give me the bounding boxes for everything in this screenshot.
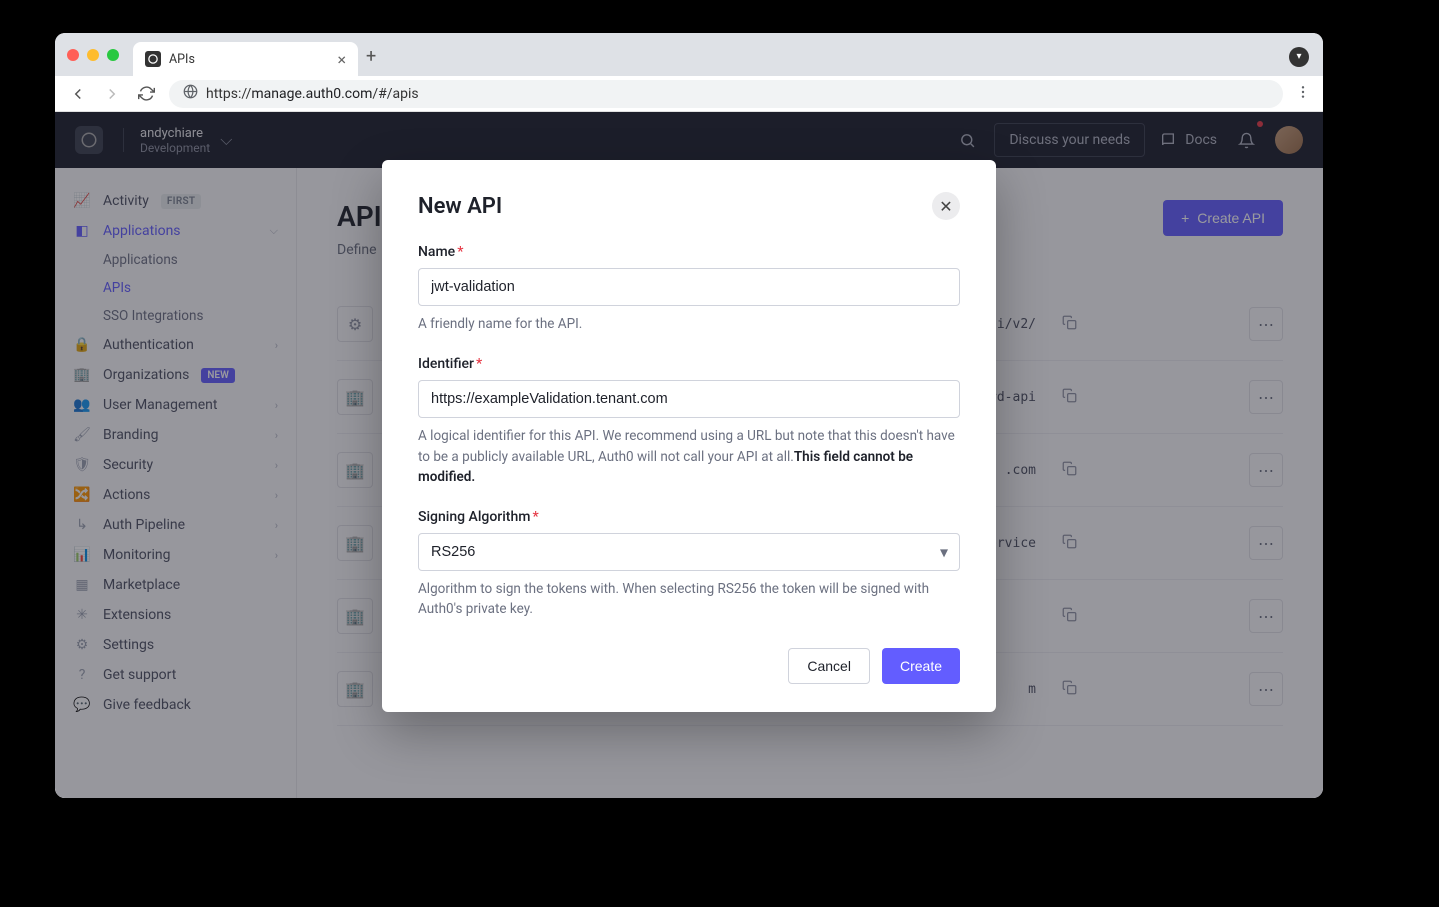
required-icon: * <box>532 509 538 525</box>
close-icon: ✕ <box>939 197 952 216</box>
name-input[interactable] <box>418 268 960 306</box>
modal-close-button[interactable]: ✕ <box>932 192 960 220</box>
new-api-modal: New API ✕ Name* A friendly name for the … <box>382 160 996 712</box>
algo-help: Algorithm to sign the tokens with. When … <box>418 579 960 620</box>
modal-header: New API ✕ <box>418 192 960 220</box>
browser-window: APIs × + ▾ https://manage.auth0.com/#/ap… <box>55 33 1323 798</box>
nav-forward-button[interactable] <box>101 83 123 105</box>
modal-title: New API <box>418 194 502 219</box>
browser-menu-icon[interactable] <box>1295 84 1311 104</box>
field-identifier: Identifier* A logical identifier for thi… <box>418 356 960 487</box>
algo-label: Signing Algorithm* <box>418 509 960 525</box>
browser-profile-icon[interactable]: ▾ <box>1289 47 1309 67</box>
nav-back-button[interactable] <box>67 83 89 105</box>
browser-toolbar: https://manage.auth0.com/#/apis <box>55 76 1323 112</box>
tab-title: APIs <box>169 52 195 67</box>
required-icon: * <box>457 244 463 260</box>
algo-select[interactable]: RS256 <box>418 533 960 571</box>
tab-favicon <box>145 51 161 67</box>
window-controls <box>67 49 119 61</box>
address-bar[interactable]: https://manage.auth0.com/#/apis <box>169 80 1283 108</box>
new-tab-button[interactable]: + <box>366 46 376 67</box>
browser-tab-strip: APIs × + ▾ <box>55 33 1323 76</box>
site-info-icon[interactable] <box>183 84 198 103</box>
name-label: Name* <box>418 244 960 260</box>
modal-actions: Cancel Create <box>418 648 960 684</box>
identifier-label: Identifier* <box>418 356 960 372</box>
required-icon: * <box>476 356 482 372</box>
create-button[interactable]: Create <box>882 648 960 684</box>
identifier-input[interactable] <box>418 380 960 418</box>
field-signing-algorithm: Signing Algorithm* RS256 ▾ Algorithm to … <box>418 509 960 620</box>
name-help: A friendly name for the API. <box>418 314 960 334</box>
field-name: Name* A friendly name for the API. <box>418 244 960 334</box>
modal-overlay[interactable]: New API ✕ Name* A friendly name for the … <box>55 112 1323 798</box>
minimize-window-button[interactable] <box>87 49 99 61</box>
nav-reload-button[interactable] <box>135 83 157 105</box>
url-text: https://manage.auth0.com/#/apis <box>206 86 419 102</box>
cancel-button[interactable]: Cancel <box>788 648 870 684</box>
maximize-window-button[interactable] <box>107 49 119 61</box>
close-window-button[interactable] <box>67 49 79 61</box>
browser-tab[interactable]: APIs × <box>133 42 358 76</box>
tab-close-icon[interactable]: × <box>337 50 346 69</box>
app-root: andychiare Development ⌵ Discuss your ne… <box>55 112 1323 798</box>
identifier-help: A logical identifier for this API. We re… <box>418 426 960 487</box>
